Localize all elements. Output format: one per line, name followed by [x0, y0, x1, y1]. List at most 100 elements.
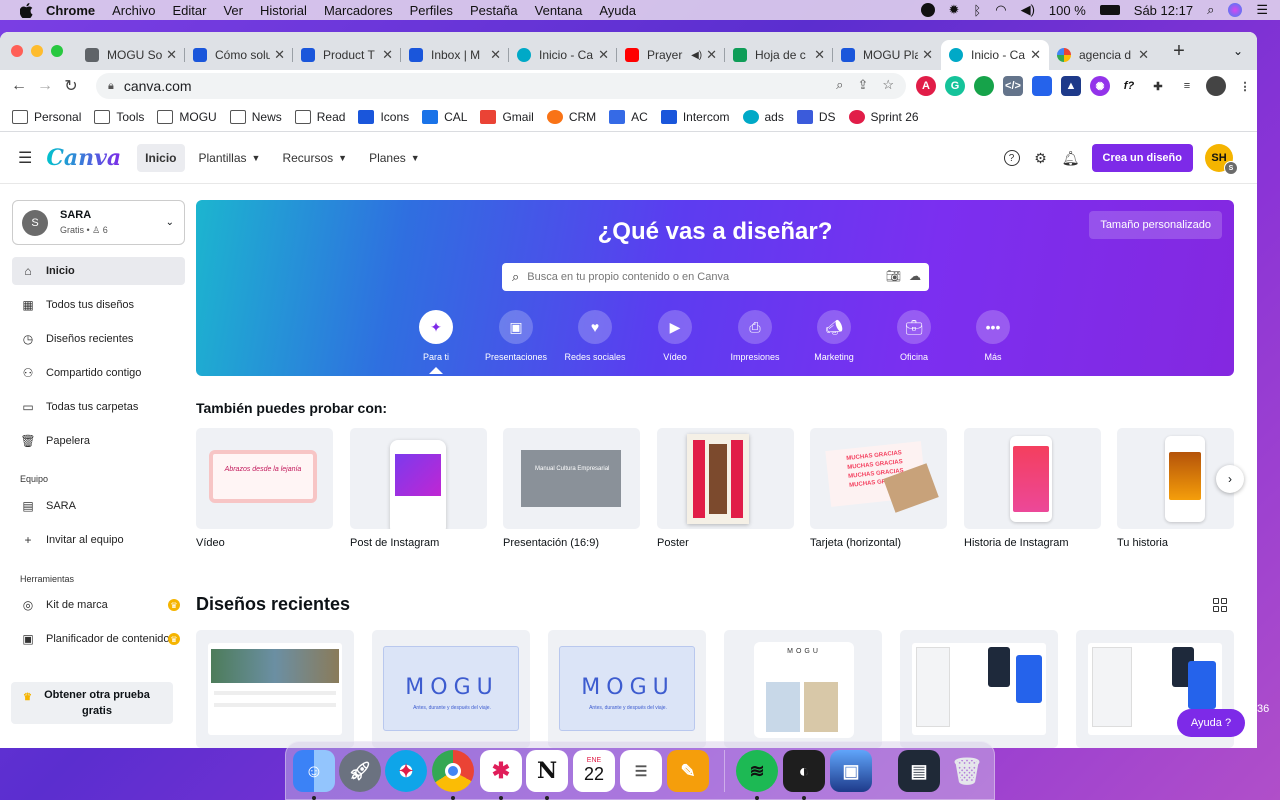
category-marketing[interactable]: 📣︎ Marketing — [794, 310, 874, 362]
forward-icon[interactable]: → — [32, 77, 58, 95]
extensions-puzzle-icon[interactable]: ✚ — [1148, 76, 1168, 96]
tab-close-icon[interactable]: ✕ — [1030, 47, 1041, 63]
category-presentations[interactable]: ▣ Presentaciones — [476, 310, 556, 362]
back-icon[interactable]: ← — [6, 77, 32, 95]
design-search-input[interactable]: ⌕ Busca en tu propio contenido o en Canv… — [502, 263, 929, 291]
safari-icon[interactable]: ✦ — [385, 750, 427, 792]
template-tile-instagram-post[interactable] — [350, 428, 487, 529]
reload-icon[interactable]: ↻ — [58, 76, 84, 96]
brightness-icon[interactable]: ✹ — [949, 2, 960, 18]
green-extension-icon[interactable] — [974, 76, 994, 96]
account-switcher[interactable]: S SARA Gratis • ♙ 6 ⌄ — [12, 200, 185, 245]
help-icon[interactable]: ? — [1003, 150, 1020, 166]
tab-close-icon[interactable]: ✕ — [274, 47, 285, 63]
category-office[interactable]: 💼︎ Oficina — [874, 310, 954, 362]
bookmark-intercom[interactable]: Intercom — [660, 109, 730, 124]
tab-close-icon[interactable]: ✕ — [814, 47, 825, 63]
tab-close-icon[interactable]: ✕ — [922, 47, 933, 63]
carousel-next-button[interactable]: › — [1216, 465, 1244, 493]
notifications-bell-icon[interactable]: 🔔︎ — [1062, 149, 1080, 167]
tab-close-icon[interactable]: ✕ — [598, 47, 609, 63]
bookmark-gmail[interactable]: Gmail — [480, 109, 534, 124]
browser-tab[interactable]: Prayer ◀) ✕ — [617, 40, 725, 70]
tab-close-icon[interactable]: ✕ — [166, 47, 177, 63]
custom-size-button[interactable]: Tamaño personalizado — [1089, 211, 1222, 239]
audio-playing-icon[interactable]: ◀) — [691, 50, 702, 61]
create-design-button[interactable]: Crea un diseño — [1091, 144, 1193, 172]
minimize-window-icon[interactable] — [31, 45, 43, 57]
profile-avatar-icon[interactable] — [1206, 76, 1226, 96]
menu-app-name[interactable]: Chrome — [46, 3, 95, 18]
tab-close-icon[interactable]: ✕ — [706, 47, 717, 63]
calendar-app-icon[interactable]: ENE 22 — [573, 750, 615, 792]
blue-extension-icon[interactable] — [1032, 76, 1052, 96]
template-tile-instagram-story[interactable] — [964, 428, 1101, 529]
template-tile-card[interactable]: MUCHAS GRACIAS MUCHAS GRACIAS MUCHAS GRACI… — [810, 428, 947, 529]
url-text[interactable]: canva.com — [124, 78, 192, 94]
spotify-icon[interactable]: ≋ — [736, 750, 778, 792]
graduation-extension-icon[interactable]: ▲ — [1061, 76, 1081, 96]
launchpad-icon[interactable]: 🚀︎ — [339, 750, 381, 792]
browser-tab[interactable]: Product T ✕ — [293, 40, 401, 70]
sidebar-item-trash[interactable]: 🗑︎ Papelera — [12, 427, 185, 455]
grammarly-extension-icon[interactable]: G — [945, 76, 965, 96]
hamburger-menu-icon[interactable]: ☰ — [18, 148, 32, 168]
recent-design-card[interactable]: MOGU Antes, durante y después del viaje. — [372, 630, 530, 748]
zoom-window-icon[interactable] — [51, 45, 63, 57]
new-tab-icon[interactable]: + — [1165, 40, 1193, 63]
bookmark-personal[interactable]: Personal — [12, 109, 81, 124]
sidebar-item-invite[interactable]: + Invitar al equipo — [12, 526, 185, 554]
browser-tab[interactable]: agencia d ✕ — [1049, 40, 1157, 70]
template-tile-presentation[interactable]: Manual Cultura Empresarial — [503, 428, 640, 529]
chrome-icon[interactable] — [432, 750, 474, 792]
menu-ayuda[interactable]: Ayuda — [599, 3, 636, 18]
bookmark-news[interactable]: News — [229, 109, 282, 124]
recent-design-card[interactable]: MOGU — [724, 630, 882, 748]
preview-icon[interactable]: ▣ — [830, 750, 872, 792]
formula-extension-icon[interactable]: f? — [1119, 76, 1139, 96]
tab-close-icon[interactable]: ✕ — [490, 47, 501, 63]
recent-design-card[interactable]: MOGU Antes, durante y después del viaje. — [548, 630, 706, 748]
lock-icon[interactable]: 🔒︎ — [108, 80, 114, 93]
user-avatar[interactable]: SH S — [1205, 144, 1238, 175]
menu-perfiles[interactable]: Perfiles — [410, 3, 453, 18]
canva-logo[interactable]: Canva — [46, 145, 121, 171]
adblock-extension-icon[interactable]: A — [916, 76, 936, 96]
volume-icon[interactable]: ◀) — [1021, 2, 1035, 18]
category-video[interactable]: ▶ Vídeo — [635, 310, 715, 362]
browser-tab-active[interactable]: Inicio - Ca ✕ — [941, 40, 1049, 70]
browser-tab[interactable]: Inicio - Ca ✕ — [509, 40, 617, 70]
sidebar-item-recent[interactable]: ◷ Diseños recientes — [12, 325, 185, 353]
tab-close-icon[interactable]: ✕ — [1138, 47, 1149, 63]
menu-marcadores[interactable]: Marcadores — [324, 3, 393, 18]
screenshot-stack-icon[interactable]: ▤ — [898, 750, 940, 792]
notion-icon[interactable]: N — [526, 750, 568, 792]
figma-icon[interactable]: ◐ — [783, 750, 825, 792]
camera-icon[interactable]: 📷︎ — [886, 269, 901, 283]
nav-home[interactable]: Inicio — [137, 143, 185, 172]
settings-gear-icon[interactable]: ⚙ — [1032, 149, 1050, 167]
zoom-search-icon[interactable]: ⌕ — [836, 77, 843, 93]
menu-ventana[interactable]: Ventana — [535, 3, 583, 18]
trial-button[interactable]: ♛ Obtener otra prueba gratis — [11, 682, 173, 724]
grid-view-icon[interactable] — [1213, 598, 1227, 612]
slack-icon[interactable]: ✱ — [480, 750, 522, 792]
recent-design-card[interactable] — [900, 630, 1058, 748]
menu-pestana[interactable]: Pestaña — [470, 3, 518, 18]
category-for-you[interactable]: ✦ Para ti — [396, 310, 476, 374]
spotlight-search-icon[interactable]: ⌕ — [1207, 2, 1214, 18]
sidebar-item-brand-kit[interactable]: ◎ Kit de marca ♛ — [12, 591, 185, 619]
bookmark-ads[interactable]: ads — [742, 109, 784, 124]
sidebar-item-team-sara[interactable]: ▤ SARA — [12, 492, 185, 520]
tab-search-chevron-icon[interactable]: ⌄ — [1233, 44, 1243, 58]
menu-archivo[interactable]: Archivo — [112, 3, 155, 18]
battery-icon[interactable] — [1099, 5, 1120, 15]
sidebar-item-home[interactable]: ⌂ Inicio — [12, 257, 185, 285]
template-tile-poster[interactable] — [657, 428, 794, 529]
sidebar-item-planner[interactable]: ▣ Planificador de contenido ♛ — [12, 625, 185, 653]
bookmark-cal[interactable]: CAL — [422, 109, 467, 124]
colorful-extension-icon[interactable]: ✺ — [1090, 76, 1110, 96]
sidebar-item-folders[interactable]: ▭ Todas tus carpetas — [12, 393, 185, 421]
pages-icon[interactable]: ✎ — [667, 750, 709, 792]
siri-icon[interactable] — [1228, 3, 1243, 17]
